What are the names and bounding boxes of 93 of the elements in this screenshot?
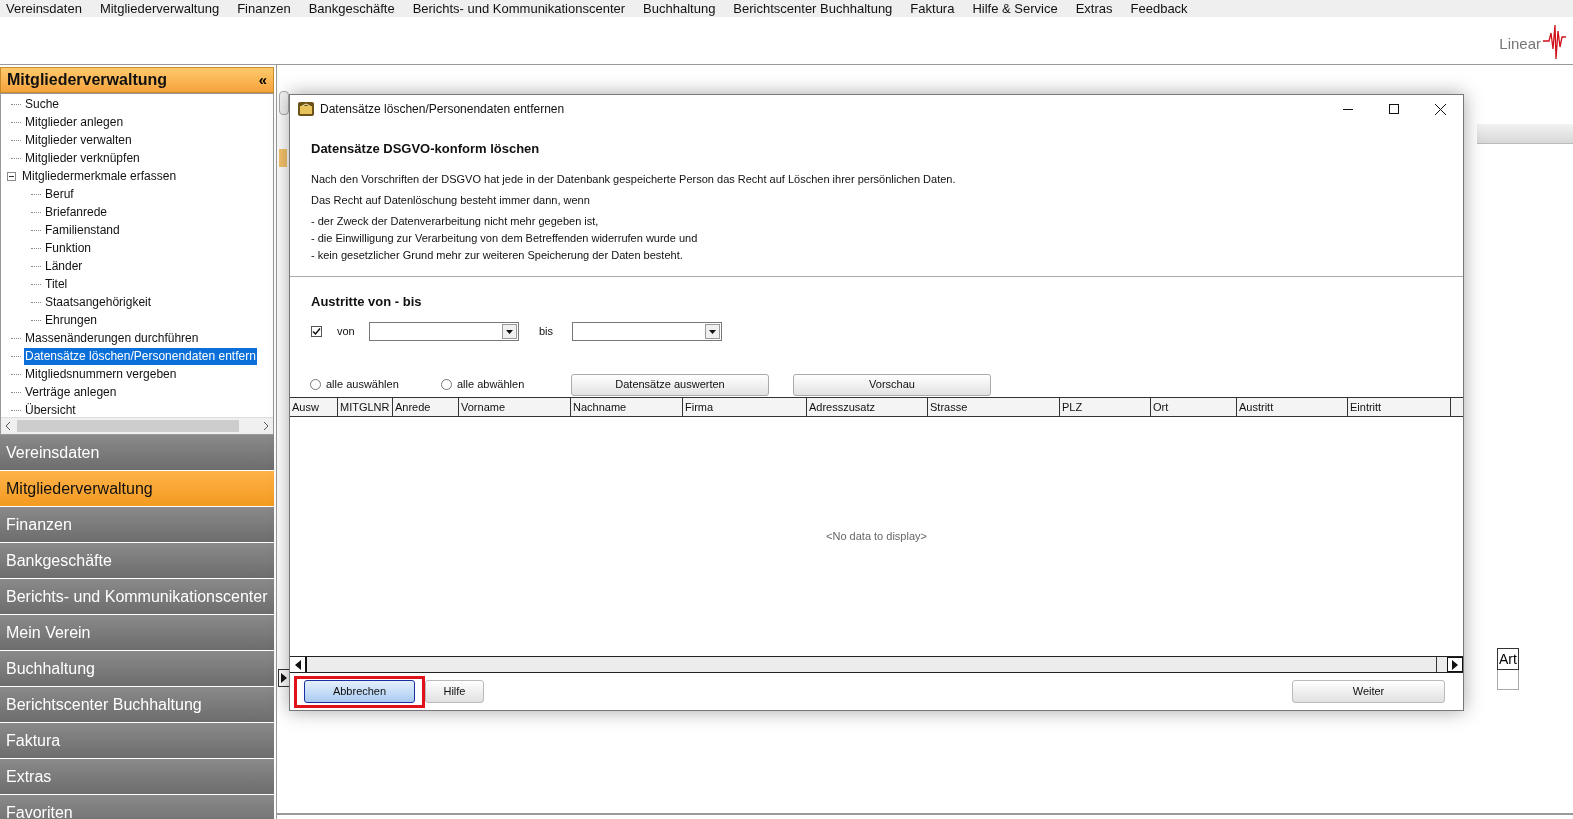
column-header[interactable]: PLZ [1060,398,1151,416]
tree-item[interactable]: Mitglieder verknüpfen [24,149,141,167]
table-cell [1497,670,1519,690]
tree-item[interactable]: Übersicht [24,401,77,417]
info-text: Das Recht auf Datenlöschung besteht immer dann, wenn [311,192,591,208]
dropdown-button[interactable] [705,324,720,339]
column-header[interactable]: Strasse [928,398,1060,416]
logo: Linear [1499,19,1567,63]
tree-item[interactable]: Mitgliedermerkmale erfassen [21,167,178,185]
sidebar-title: Mitgliederverwaltung [7,70,168,90]
menu-item[interactable]: Berichtscenter Buchhaltung [733,2,893,15]
nav-button[interactable]: Berichts- und Kommunikationscenter [0,579,274,615]
info-text: - kein gesetzlicher Grund mehr zur weiteren Speicherung der Daten besteht. [311,247,684,263]
radio-label: alle auswählen [326,377,399,393]
menu-item[interactable]: Feedback [1130,2,1188,15]
menu-item[interactable]: Vereinsdaten [6,2,82,15]
column-header[interactable]: Adresszusatz [807,398,928,416]
nav-button[interactable]: Extras [0,759,274,795]
dropdown-field[interactable] [369,322,519,341]
column-header[interactable]: Vorname [459,398,571,416]
tree-item[interactable]: Familienstand [44,221,121,239]
info-text: - die Einwilligung zur Verarbeitung von dem Betreffenden widerrufen wurde und [311,230,699,246]
radio-label: alle abwählen [457,377,525,393]
nav-button[interactable]: Bankgeschäfte [0,543,274,579]
tree-item[interactable]: Mitgliedsnummern vergeben [24,365,178,383]
tree-item[interactable]: Massenänderungen durchführen [24,329,200,347]
close-icon[interactable] [1434,103,1446,115]
column-header[interactable]: Eintritt [1348,398,1451,416]
nav-button[interactable]: Vereinsdaten [0,435,274,471]
menu-item[interactable]: Buchhaltung [643,2,716,15]
column-header[interactable]: Nachname [571,398,683,416]
menu-item[interactable]: Extras [1075,2,1113,15]
dropdown-button[interactable] [502,324,517,339]
header-strip [279,149,287,167]
action-button[interactable]: Vorschau [793,373,991,396]
empty-message: <No data to display> [826,529,927,545]
nav-button[interactable]: Favoriten [0,795,274,819]
radio-button[interactable] [441,379,452,390]
info-text: - der Zweck der Datenverarbeitung nicht mehr gegeben ist, [311,213,600,229]
tree-item[interactable]: Beruf [44,185,75,203]
menu-item[interactable]: Berichts- und Kommunikationscenter [412,2,626,15]
dialog-button[interactable]: Abbrechen [304,680,415,703]
tree-item[interactable]: Länder [44,257,84,275]
nav-button[interactable]: Mitgliederverwaltung [0,471,274,507]
column-header[interactable]: Ort [1151,398,1237,416]
tree-item[interactable]: Suche [24,95,61,113]
tree-item[interactable]: Mitglieder anlegen [24,113,125,131]
left-arrow-icon[interactable] [294,659,301,670]
dialog-heading: Datensätze DSGVO-konform löschen [311,140,541,158]
tab[interactable] [279,91,289,115]
action-button[interactable]: Datensätze auswerten [571,373,769,396]
folder-icon [298,101,314,117]
menu-item[interactable]: Hilfe & Service [972,2,1058,15]
menu-item[interactable]: Faktura [910,2,955,15]
nav-button[interactable]: Mein Verein [0,615,274,651]
nav-button[interactable]: Buchhaltung [0,651,274,687]
dialog-button[interactable]: Hilfe [425,680,484,703]
nav-button[interactable]: Berichtscenter Buchhaltung [0,687,274,723]
right-arrow-icon[interactable] [1452,659,1458,670]
caret-icon[interactable] [709,329,716,334]
column-header[interactable]: Austritt [1237,398,1348,416]
tree-item[interactable]: Ehrungen [44,311,99,329]
tree-item[interactable]: Verträge anlegen [24,383,118,401]
column-header[interactable]: Anrede [393,398,459,416]
tree-item[interactable]: Datensätze löschen/Personendaten entfern [24,347,257,365]
tree-item[interactable]: Staatsangehörigkeit [44,293,153,311]
tree-item[interactable]: Titel [44,275,69,293]
checkbox[interactable] [311,326,322,337]
collapse-button[interactable]: « [258,68,267,92]
menu-item[interactable]: Finanzen [237,2,291,15]
tree-item[interactable]: Mitglieder verwalten [24,131,133,149]
nav-button[interactable]: Finanzen [0,507,274,543]
nav-button[interactable]: Faktura [0,723,274,759]
checkbox-label: von [337,324,356,340]
tree-item[interactable]: Funktion [44,239,93,257]
table-header-cell: Art [1497,649,1519,669]
next-button[interactable]: Weiter [1292,680,1445,703]
tree-item[interactable]: Briefanrede [44,203,109,221]
caret-icon[interactable] [506,329,513,334]
column-header[interactable]: MITGLNR [338,398,393,416]
column-header[interactable]: Firma [683,398,807,416]
column-header[interactable]: Ausw [290,398,338,416]
collapse-toggle-icon[interactable] [7,171,16,181]
info-text: Nach den Vorschriften der DSGVO hat jede in der Datenbank gespeicherte Person das Recht auf Löschen ihrer persönlichen Daten. [311,171,957,187]
section-title: Austritte von - bis [311,293,423,311]
maximize-icon[interactable] [1389,104,1399,114]
dropdown-field[interactable] [572,322,722,341]
radio-button[interactable] [310,379,321,390]
window-title: Datensätze löschen/Personendaten entfernen [320,101,566,118]
horizontal-scrollbar[interactable] [290,656,1463,673]
field-label: bis [539,324,555,340]
menu-item[interactable]: Bankgeschäfte [308,2,395,15]
menu-item[interactable]: Mitgliederverwaltung [99,2,220,15]
